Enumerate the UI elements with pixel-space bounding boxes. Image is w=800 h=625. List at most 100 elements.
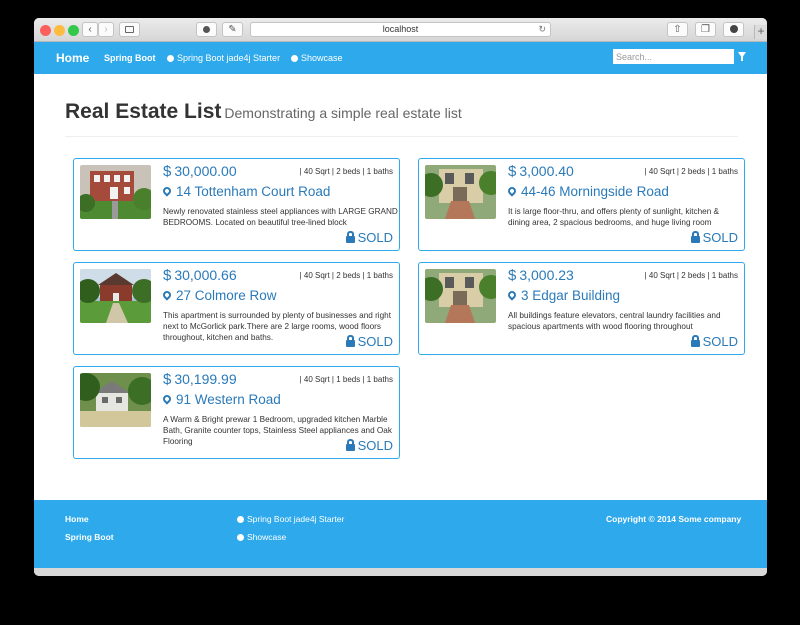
nav-link-starter[interactable]: Spring Boot jade4j Starter [167,53,280,63]
listing-card[interactable]: $3,000.40 | 40 Sqrt | 2 beds | 1 baths 4… [418,158,745,251]
listing-address[interactable]: 44-46 Morningside Road [506,184,669,199]
header-divider [65,136,738,137]
share-icon: ⇧ [673,24,682,35]
sold-text: SOLD [357,230,393,245]
tabs-button[interactable]: ❐ [695,22,716,37]
footer-link-spring-boot[interactable]: Spring Boot [65,532,114,542]
url-text: localhost [382,24,419,34]
main-content: Real Estate List Demonstrating a simple r… [34,74,767,500]
listing-price: $30,199.99 [163,371,237,388]
price-value: 30,000.00 [174,163,237,179]
footer-showcase-label: Showcase [247,532,287,542]
listing-price: $30,000.66 [163,267,237,284]
listing-address[interactable]: 91 Western Road [161,392,281,407]
dollar-icon: $ [163,163,172,180]
search-input[interactable] [613,49,734,64]
listing-description: Newly renovated stainless steel applianc… [163,207,398,227]
footer-link-home[interactable]: Home [65,514,89,524]
close-window-button[interactable] [40,25,51,36]
footer-link-showcase[interactable]: Showcase [237,532,286,542]
forward-button[interactable]: › [98,22,114,37]
filter-icon[interactable] [738,52,746,61]
github-icon [237,534,244,541]
listing-card[interactable]: $30,000.66 | 40 Sqrt | 2 beds | 1 baths … [73,262,400,355]
new-tab-button[interactable]: + [754,25,767,39]
price-value: 3,000.23 [519,267,574,283]
price-value: 3,000.40 [519,163,574,179]
share-button[interactable]: ⇧ [667,22,688,37]
property-photo [425,165,496,219]
github-icon [291,55,298,62]
map-marker-icon [161,289,173,301]
page-title: Real Estate List [65,100,222,123]
listing-card[interactable]: $30,199.99 | 40 Sqrt | 1 beds | 1 baths … [73,366,400,459]
listing-price: $30,000.00 [163,163,237,180]
listing-stats: | 40 Sqrt | 2 beds | 1 baths [644,167,738,176]
listing-address[interactable]: 3 Edgar Building [506,288,621,303]
sidebar-toggle-button[interactable] [119,22,140,37]
sold-badge: SOLD [345,334,393,349]
address-text: 14 Tottenham Court Road [176,184,331,199]
listing-price: $3,000.40 [508,163,574,180]
price-value: 30,000.66 [174,267,237,283]
lock-icon [345,439,355,451]
lock-icon [690,335,700,347]
sold-text: SOLD [702,230,738,245]
minimize-window-button[interactable] [54,25,65,36]
property-photo [80,269,151,323]
dollar-icon: $ [163,371,172,388]
property-photo [80,165,151,219]
zoom-window-button[interactable] [68,25,79,36]
listing-price: $3,000.23 [508,267,574,284]
github-icon [237,516,244,523]
listing-description: All buildings feature elevators, central… [508,311,721,331]
address-text: 27 Colmore Row [176,288,277,303]
tabs-icon: ❐ [701,24,710,35]
listing-stats: | 40 Sqrt | 1 beds | 1 baths [299,375,393,384]
nav-link-starter-label: Spring Boot jade4j Starter [177,53,281,63]
wrench-icon: ✎ [228,24,237,35]
nav-link-showcase[interactable]: Showcase [291,53,343,63]
extension-button[interactable] [196,22,217,37]
nav-link-spring-boot[interactable]: Spring Boot [104,53,156,63]
map-marker-icon [161,393,173,405]
ghost-icon [203,26,210,33]
back-button[interactable]: ‹ [82,22,98,37]
listing-stats: | 40 Sqrt | 2 beds | 1 baths [644,271,738,280]
address-bar[interactable]: localhost ↻ [250,22,551,37]
listing-stats: | 40 Sqrt | 2 beds | 1 baths [299,167,393,176]
listing-address[interactable]: 14 Tottenham Court Road [161,184,331,199]
map-marker-icon [161,185,173,197]
dollar-icon: $ [163,267,172,284]
lock-icon [345,231,355,243]
downloads-button[interactable] [723,22,744,37]
listing-card[interactable]: $30,000.00 | 40 Sqrt | 2 beds | 1 baths … [73,158,400,251]
tools-button[interactable]: ✎ [222,22,243,37]
lock-icon [690,231,700,243]
nav-link-showcase-label: Showcase [301,53,343,63]
dollar-icon: $ [508,163,517,180]
property-photo [425,269,496,323]
address-text: 44-46 Morningside Road [521,184,669,199]
sold-badge: SOLD [345,230,393,245]
listing-address[interactable]: 27 Colmore Row [161,288,277,303]
sidebar-icon [125,26,134,33]
listing-card[interactable]: $3,000.23 | 40 Sqrt | 2 beds | 1 baths 3… [418,262,745,355]
page-header: Real Estate List Demonstrating a simple r… [65,100,462,124]
footer-link-starter[interactable]: Spring Boot jade4j Starter [237,514,344,524]
browser-toolbar: ‹ › ✎ localhost ↻ ⇧ ❐ + [34,18,767,42]
address-text: 3 Edgar Building [521,288,621,303]
price-value: 30,199.99 [174,371,237,387]
page-footer: Home Spring Boot Spring Boot jade4j Star… [34,500,767,568]
page-subtitle: Demonstrating a simple real estate list [224,105,462,121]
sold-text: SOLD [357,334,393,349]
property-photo [80,373,151,427]
sold-text: SOLD [357,438,393,453]
footer-starter-label: Spring Boot jade4j Starter [247,514,345,524]
address-text: 91 Western Road [176,392,281,407]
map-marker-icon [506,289,518,301]
listing-stats: | 40 Sqrt | 2 beds | 1 baths [299,271,393,280]
map-marker-icon [506,185,518,197]
reload-icon[interactable]: ↻ [538,23,546,36]
nav-brand-home[interactable]: Home [56,51,89,65]
